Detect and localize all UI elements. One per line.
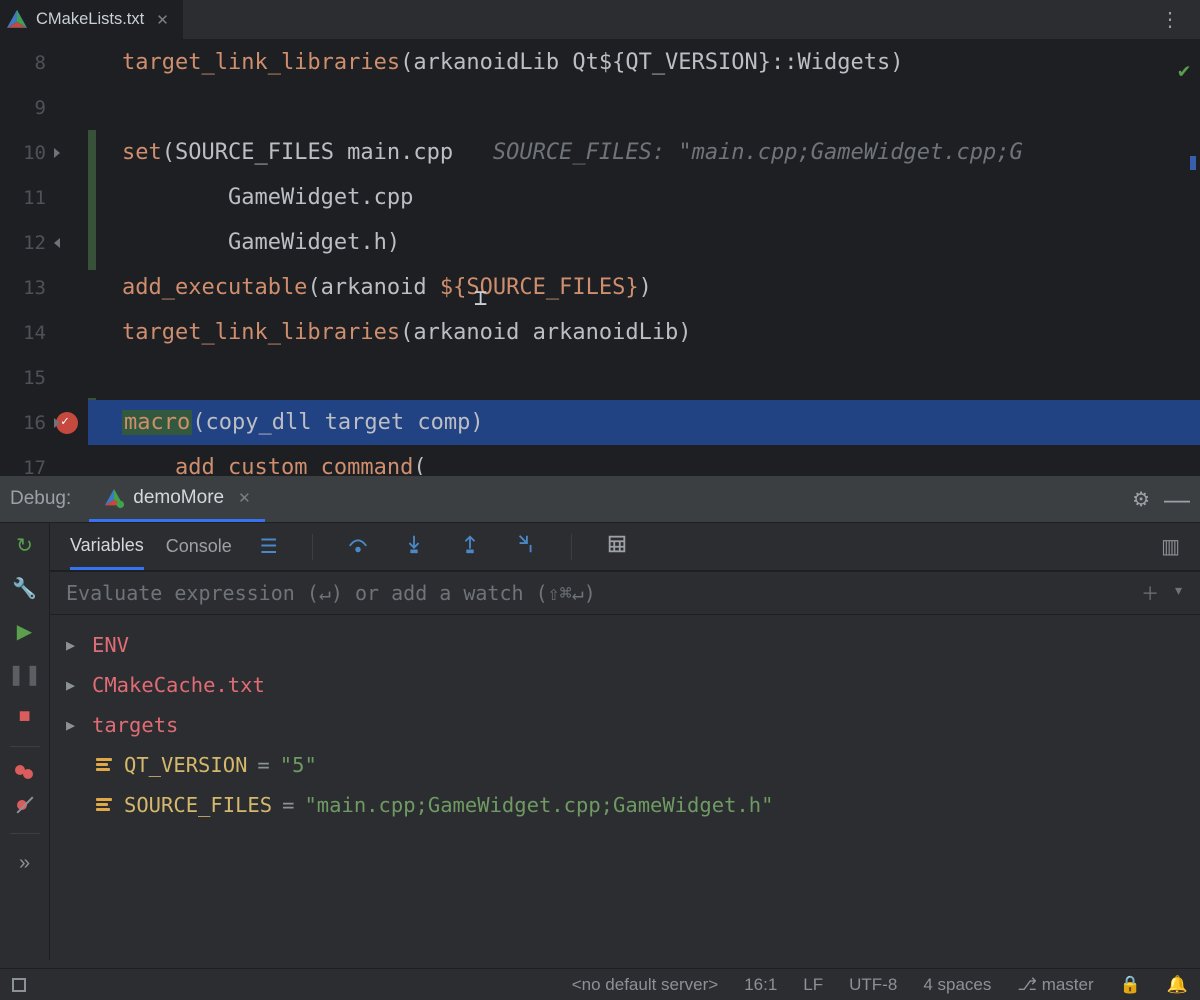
debugger-tabs: Variables Console ☰ ▥	[50, 523, 1200, 571]
add-watch-icon[interactable]: ＋	[1141, 580, 1159, 606]
watch-placeholder: Evaluate expression (↵) or add a watch (…	[66, 581, 596, 605]
toolwindow-toggle-icon[interactable]	[12, 978, 26, 992]
var-row[interactable]: SOURCE_FILES = "main.cpp;GameWidget.cpp;…	[66, 785, 1184, 825]
scrollbar-marker	[1190, 156, 1196, 170]
status-caret-pos[interactable]: 16:1	[744, 975, 777, 995]
chevron-right-icon[interactable]: ▶	[66, 625, 82, 665]
pause-icon[interactable]: ❚❚	[8, 662, 42, 687]
editor-tabbar: CMakeLists.txt ✕ ⋮	[0, 0, 1200, 40]
stop-icon[interactable]: ■	[18, 705, 30, 728]
status-git-branch[interactable]: ⎇ master	[1017, 975, 1093, 995]
variable-icon	[96, 798, 114, 812]
chevron-right-icon[interactable]: ▶	[66, 705, 82, 745]
status-encoding[interactable]: UTF-8	[849, 975, 897, 995]
watch-menu-icon[interactable]: ▾	[1173, 580, 1184, 606]
step-out-icon[interactable]	[453, 533, 487, 561]
mute-breakpoints-icon[interactable]	[15, 795, 35, 815]
current-line: macro(copy_dll target comp)	[88, 400, 1200, 445]
bell-icon[interactable]: 🔔	[1167, 975, 1188, 995]
debug-toolwindow-header: Debug: demoMore ✕ ⚙ —	[0, 475, 1200, 523]
debug-label: Debug:	[4, 488, 89, 510]
cmake-icon	[6, 9, 28, 31]
debug-config-tab[interactable]: demoMore ✕	[89, 476, 264, 522]
gear-icon[interactable]: ⚙	[1132, 487, 1164, 512]
status-line-sep[interactable]: LF	[803, 975, 823, 995]
debug-panel: ↻ 🔧 ▶ ❚❚ ■ » Variables Console ☰	[0, 523, 1200, 960]
resume-icon[interactable]: ▶	[17, 619, 32, 644]
evaluate-icon[interactable]	[600, 533, 634, 561]
lock-icon[interactable]: 🔒	[1120, 975, 1141, 995]
close-icon[interactable]: ✕	[238, 489, 251, 507]
inspection-ok-icon[interactable]: ✔	[1178, 58, 1190, 82]
run-to-cursor-icon[interactable]	[509, 533, 543, 561]
code-editor[interactable]: 8 9 10 11 12 13 14 15 16 17 target_link_…	[0, 40, 1200, 475]
status-server[interactable]: <no default server>	[572, 975, 718, 995]
debug-side-toolbar: ↻ 🔧 ▶ ❚❚ ■ »	[0, 523, 50, 960]
variable-icon	[96, 758, 114, 772]
more-icon[interactable]: »	[19, 852, 30, 875]
branch-icon: ⎇	[1017, 975, 1037, 994]
tab-variables[interactable]: Variables	[70, 523, 144, 570]
threads-icon[interactable]: ☰	[254, 534, 284, 559]
step-over-icon[interactable]	[341, 533, 375, 561]
var-row[interactable]: ▶ ENV	[66, 625, 1184, 665]
status-indent[interactable]: 4 spaces	[923, 975, 991, 995]
kebab-menu-icon[interactable]: ⋮	[1142, 7, 1200, 32]
separator	[10, 746, 40, 747]
var-row[interactable]: ▶ targets	[66, 705, 1184, 745]
debug-config-name: demoMore	[133, 487, 224, 509]
chevron-right-icon[interactable]: ▶	[66, 665, 82, 705]
separator	[312, 534, 313, 560]
layout-icon[interactable]: ▥	[1161, 534, 1180, 559]
file-tab-label: CMakeLists.txt	[36, 10, 144, 29]
cmake-icon	[103, 487, 125, 509]
var-row[interactable]: ▶ CMakeCache.txt	[66, 665, 1184, 705]
rerun-icon[interactable]: ↻	[16, 533, 33, 558]
tab-console[interactable]: Console	[166, 523, 232, 570]
variables-tree[interactable]: ▶ ENV ▶ CMakeCache.txt ▶ targets QT_VERS…	[50, 615, 1200, 960]
step-into-icon[interactable]	[397, 533, 431, 561]
separator	[571, 534, 572, 560]
wrench-icon[interactable]: 🔧	[12, 576, 37, 601]
minimize-icon[interactable]: —	[1164, 484, 1190, 515]
status-bar: <no default server> 16:1 LF UTF-8 4 spac…	[0, 968, 1200, 1000]
watch-input[interactable]: Evaluate expression (↵) or add a watch (…	[50, 571, 1200, 615]
var-row[interactable]: QT_VERSION = "5"	[66, 745, 1184, 785]
separator	[10, 833, 40, 834]
code-area[interactable]: target_link_libraries(arkanoidLib Qt${QT…	[88, 40, 1200, 475]
text-cursor-icon: ⌶	[474, 286, 487, 311]
file-tab[interactable]: CMakeLists.txt ✕	[0, 0, 184, 39]
view-breakpoints-icon[interactable]	[15, 765, 35, 777]
close-icon[interactable]: ✕	[152, 11, 173, 29]
gutter: 8 9 10 11 12 13 14 15 16 17	[0, 40, 88, 475]
